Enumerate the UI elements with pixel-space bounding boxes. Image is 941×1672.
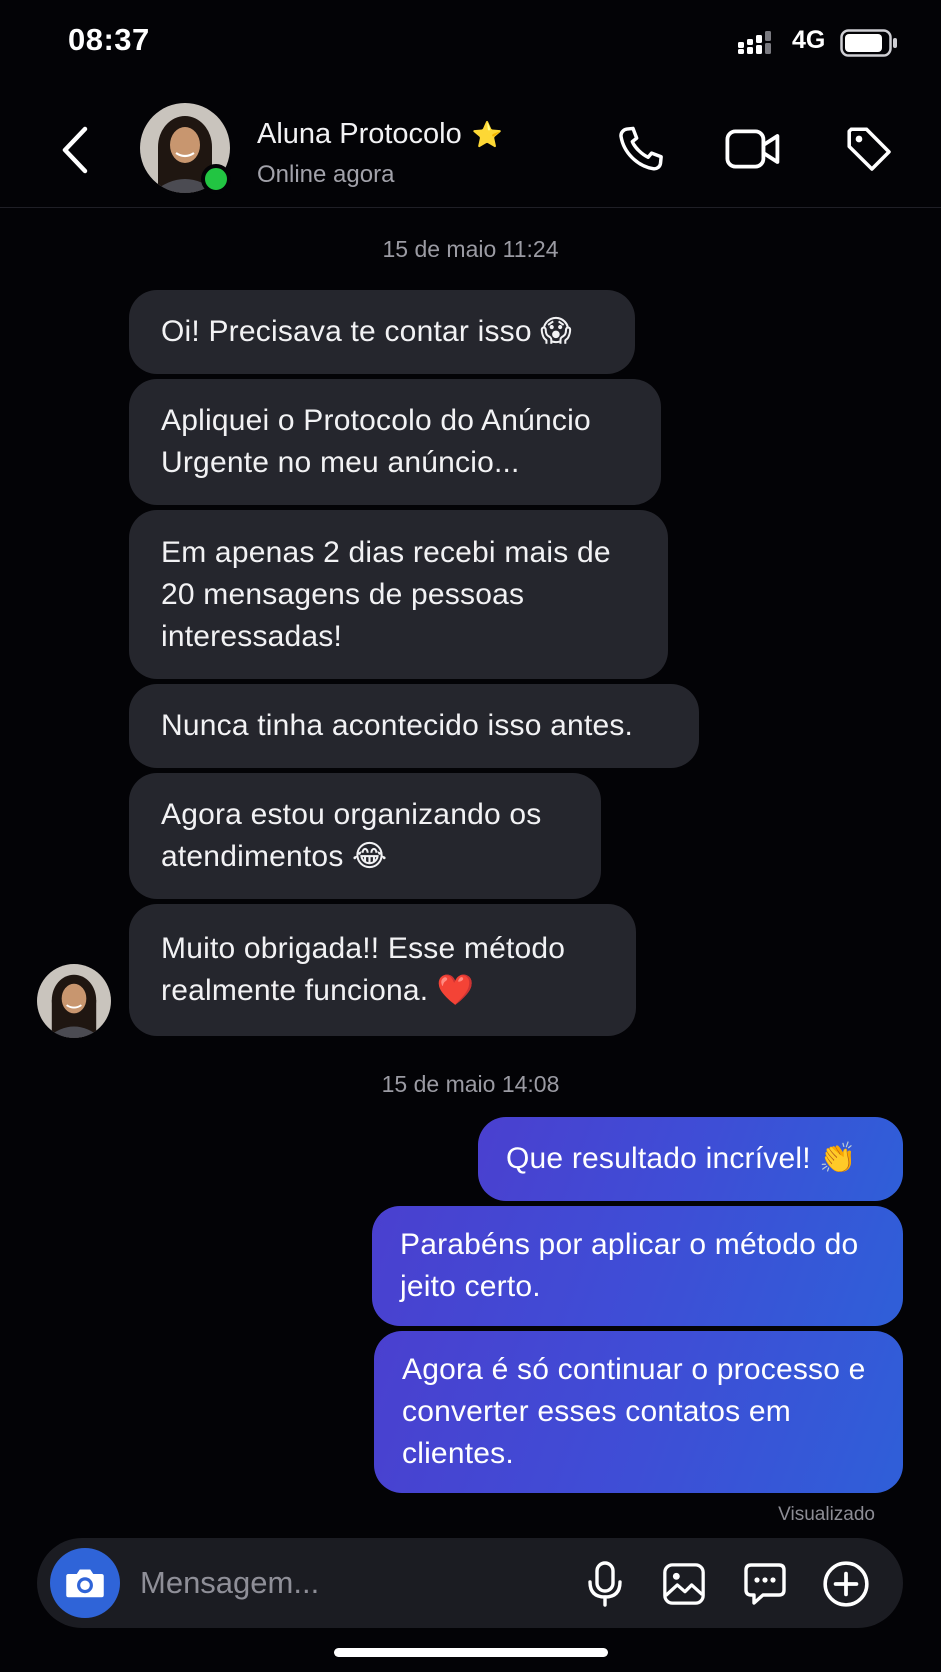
timestamp-separator: 15 de maio 14:08	[381, 1071, 560, 1097]
incoming-message[interactable]: Apliquei o Protocolo do Anúncio Urgente …	[129, 379, 661, 505]
message-text-line: Agora é só continuar o processo e	[402, 1353, 866, 1386]
message-text-line: clientes.	[402, 1437, 514, 1470]
message-text-line: Parabéns por aplicar o método do	[400, 1228, 859, 1261]
camera-button[interactable]	[50, 1548, 120, 1618]
incoming-message[interactable]: Agora estou organizando os atendimentos …	[129, 773, 601, 899]
online-indicator	[201, 164, 231, 194]
tag-icon	[847, 127, 891, 171]
gallery-button[interactable]	[656, 1556, 712, 1612]
outgoing-message[interactable]: Que resultado incrível! 👏	[478, 1117, 903, 1201]
message-text-line: Agora estou organizando os	[161, 798, 542, 831]
outgoing-message[interactable]: Parabéns por aplicar o método do jeito c…	[372, 1206, 903, 1326]
seen-status: Visualizado	[778, 1504, 875, 1525]
sender-avatar[interactable]	[37, 964, 111, 1038]
incoming-message[interactable]: Nunca tinha acontecido isso antes.	[129, 684, 699, 768]
chevron-left-icon	[62, 126, 88, 174]
video-call-button[interactable]	[722, 118, 784, 180]
contact-status: Online agora	[257, 161, 395, 188]
timestamp-separator: 15 de maio 11:24	[382, 236, 559, 262]
plus-circle-icon	[823, 1561, 869, 1607]
home-indicator[interactable]	[334, 1648, 608, 1657]
message-text-line: converter esses contatos em	[402, 1395, 791, 1428]
status-time: 08:37	[68, 22, 150, 57]
contact-name-text: Aluna Protocolo	[257, 118, 462, 150]
message-text-line: atendimentos 😂	[161, 840, 388, 873]
call-button[interactable]	[610, 118, 672, 180]
outgoing-message[interactable]: Agora é só continuar o processo e conver…	[374, 1331, 903, 1493]
message-dots-icon	[744, 1563, 786, 1605]
message-text-line: 20 mensagens de pessoas	[161, 577, 525, 611]
message-text-line: Em apenas 2 dias recebi mais de	[161, 535, 611, 569]
back-button[interactable]	[50, 120, 102, 180]
message-input[interactable]	[140, 1563, 560, 1603]
message-text-line: Nunca tinha acontecido isso antes.	[161, 709, 634, 742]
message-text-line: Oi! Precisava te contar isso 😱	[161, 315, 572, 348]
microphone-icon	[588, 1561, 622, 1607]
avatar-photo	[37, 964, 111, 1038]
microphone-button[interactable]	[577, 1556, 633, 1612]
signal-strength-icon	[738, 31, 771, 54]
sticker-button[interactable]	[737, 1556, 793, 1612]
contact-avatar[interactable]	[140, 103, 231, 194]
tag-button[interactable]	[838, 118, 900, 180]
battery-icon	[840, 29, 897, 57]
message-text-line: interessadas!	[161, 619, 343, 653]
phone-icon	[619, 126, 663, 171]
network-type: 4G	[792, 26, 826, 54]
incoming-message[interactable]: Muito obrigada!! Esse método realmente f…	[129, 904, 636, 1036]
message-text-line: Urgente no meu anúncio...	[161, 446, 520, 479]
message-text-line: jeito certo.	[400, 1270, 541, 1303]
message-text-line: Muito obrigada!! Esse método	[161, 932, 566, 965]
incoming-message[interactable]: Oi! Precisava te contar isso 😱	[129, 290, 635, 374]
video-camera-icon	[725, 129, 780, 169]
add-button[interactable]	[818, 1556, 874, 1612]
contact-name[interactable]: Aluna Protocolo ⭐	[257, 118, 503, 151]
camera-icon	[66, 1569, 104, 1598]
message-text-line: realmente funciona. ❤️	[161, 974, 475, 1007]
image-icon	[663, 1563, 705, 1605]
message-text-line: Apliquei o Protocolo do Anúncio	[161, 404, 591, 437]
incoming-message[interactable]: Em apenas 2 dias recebi mais de 20 mensa…	[129, 510, 668, 679]
message-text-line: Que resultado incrível! 👏	[506, 1142, 857, 1175]
star-icon: ⭐	[471, 120, 503, 149]
